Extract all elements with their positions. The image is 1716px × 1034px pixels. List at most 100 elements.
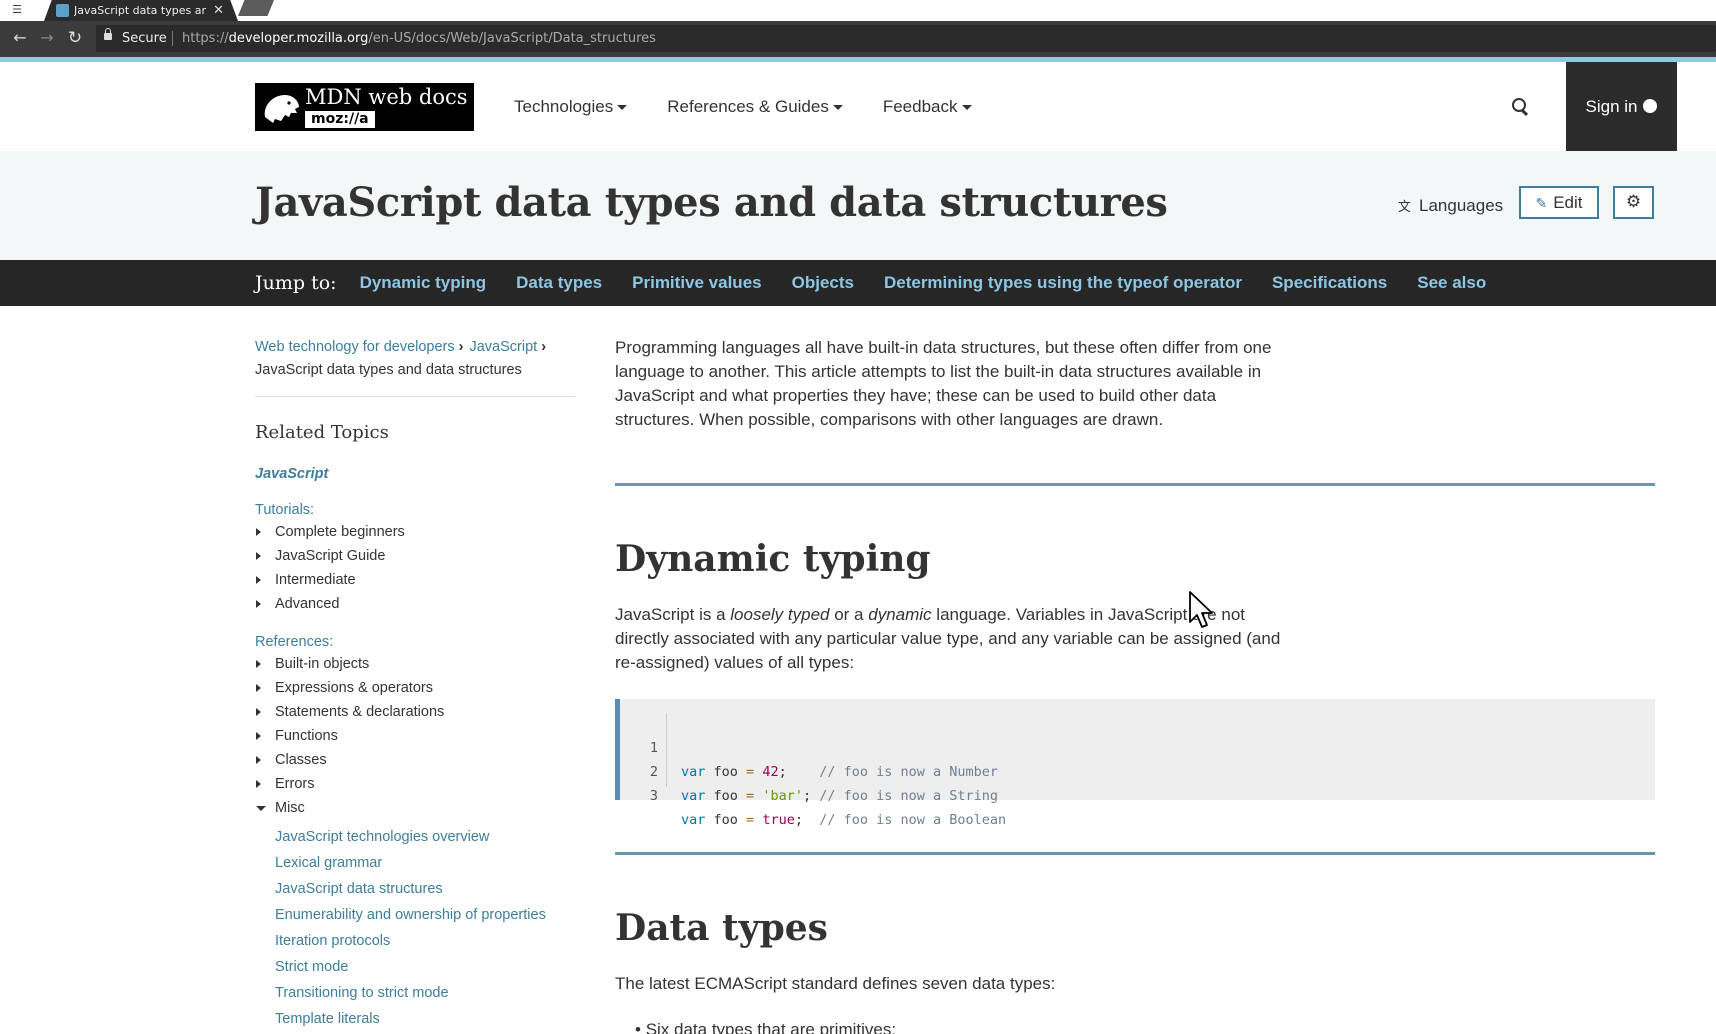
dyn-text-1: JavaScript is a bbox=[615, 605, 731, 624]
misc-item-transitioning-strict-mode[interactable]: Transitioning to strict mode bbox=[275, 980, 546, 1006]
code-operator: = bbox=[746, 764, 755, 780]
expand-triangle-icon bbox=[256, 684, 261, 692]
sidebar-item-javascript-guide[interactable]: JavaScript Guide bbox=[255, 544, 405, 568]
code-example[interactable]: 1 var foo = 42; // foo is now a Number 2… bbox=[615, 699, 1655, 828]
jump-link-data-types[interactable]: Data types bbox=[516, 273, 602, 293]
expand-triangle-icon bbox=[256, 780, 261, 788]
mdn-logo[interactable]: MDN web docs moz://a bbox=[255, 83, 474, 131]
heading-data-types: Data types bbox=[615, 907, 828, 949]
sidebar-item-expressions-operators[interactable]: Expressions & operators bbox=[255, 676, 444, 700]
section-divider bbox=[615, 852, 1655, 855]
mdn-favicon-icon bbox=[56, 4, 69, 17]
dyn-em-dynamic: dynamic bbox=[868, 605, 932, 624]
back-arrow-icon[interactable]: ← bbox=[9, 27, 31, 49]
code-keyword: var bbox=[681, 812, 706, 828]
reload-icon[interactable]: ↻ bbox=[64, 27, 86, 49]
nav-technologies-label: Technologies bbox=[514, 96, 614, 116]
sidebar-item-functions[interactable]: Functions bbox=[255, 724, 444, 748]
settings-button[interactable]: ⚙ bbox=[1613, 186, 1654, 219]
sidebar-item-label: Misc bbox=[275, 800, 305, 816]
sidebar-item-intermediate[interactable]: Intermediate bbox=[255, 568, 405, 592]
jump-link-dynamic-typing[interactable]: Dynamic typing bbox=[360, 273, 487, 293]
expand-triangle-icon bbox=[256, 732, 261, 740]
sidebar-item-statements-declarations[interactable]: Statements & declarations bbox=[255, 700, 444, 724]
nav-feedback-label: Feedback bbox=[882, 96, 958, 116]
code-value: 'bar' bbox=[762, 788, 803, 804]
expand-triangle-icon bbox=[256, 708, 261, 716]
browser-tab-bar: ☰ JavaScript data types and ✕ bbox=[0, 0, 1716, 21]
misc-item-iteration-protocols[interactable]: Iteration protocols bbox=[275, 928, 546, 954]
misc-item-strict-mode[interactable]: Strict mode bbox=[275, 954, 546, 980]
sidebar: Web technology for developers › JavaScript… bbox=[255, 306, 575, 1034]
code-line: 2 var foo = 'bar'; // foo is now a Strin… bbox=[620, 736, 998, 804]
misc-item-lexical-grammar[interactable]: Lexical grammar bbox=[275, 850, 546, 876]
code-operator: = bbox=[746, 812, 755, 828]
sidebar-item-complete-beginners[interactable]: Complete beginners bbox=[255, 520, 405, 544]
sidebar-item-errors[interactable]: Errors bbox=[255, 772, 444, 796]
code-comment: // foo is now a String bbox=[819, 788, 999, 804]
jump-link-primitive-values[interactable]: Primitive values bbox=[632, 273, 761, 293]
breadcrumb-javascript[interactable]: JavaScript bbox=[469, 339, 537, 355]
sidebar-item-built-in-objects[interactable]: Built-in objects bbox=[255, 652, 444, 676]
jump-link-see-also[interactable]: See also bbox=[1417, 273, 1486, 293]
expand-triangle-icon bbox=[256, 660, 261, 668]
tab-close-icon[interactable]: ✕ bbox=[213, 0, 224, 21]
languages-button[interactable]: 文 Languages bbox=[1398, 191, 1503, 221]
nav-references-guides[interactable]: References & Guides bbox=[667, 97, 843, 117]
url-path: /en-US/docs/Web/JavaScript/Data_structur… bbox=[368, 31, 656, 46]
misc-item-template-literals[interactable]: Template literals bbox=[275, 1006, 546, 1032]
new-tab-button[interactable] bbox=[238, 0, 274, 16]
sidebar-item-misc[interactable]: Misc bbox=[255, 796, 444, 820]
forward-arrow-icon[interactable]: → bbox=[36, 27, 58, 49]
title-band: JavaScript data types and data structure… bbox=[0, 151, 1716, 260]
code-identifier: foo bbox=[705, 788, 747, 804]
edit-button[interactable]: ✎ Edit bbox=[1519, 186, 1599, 219]
address-bar[interactable]: Secure https://developer.mozilla.org/en-… bbox=[96, 25, 1716, 52]
jump-link-typeof[interactable]: Determining types using the typeof opera… bbox=[884, 273, 1242, 293]
code-punct: ; bbox=[802, 788, 820, 804]
nav-feedback[interactable]: Feedback bbox=[883, 97, 972, 117]
url-text[interactable]: https://developer.mozilla.org/en-US/docs… bbox=[182, 25, 656, 52]
address-separator bbox=[172, 31, 173, 46]
browser-tab-active[interactable]: JavaScript data types and ✕ bbox=[44, 0, 238, 21]
dinosaur-head-icon bbox=[264, 95, 299, 123]
code-value: true bbox=[762, 812, 795, 828]
code-identifier: foo bbox=[705, 764, 747, 780]
gear-icon: ⚙ bbox=[1625, 192, 1642, 212]
jump-to-label: Jump to: bbox=[255, 272, 337, 294]
section-divider bbox=[615, 483, 1655, 486]
site-header: MDN web docs moz://a Technologies Refere… bbox=[0, 62, 1716, 151]
misc-list: JavaScript technologies overview Lexical… bbox=[275, 824, 546, 1032]
code-identifier: foo bbox=[705, 812, 747, 828]
code-keyword: var bbox=[681, 764, 706, 780]
expand-triangle-icon bbox=[256, 756, 261, 764]
search-icon[interactable] bbox=[1505, 92, 1533, 120]
dyn-text-2: or a bbox=[829, 605, 869, 624]
sign-in-button[interactable]: Sign in bbox=[1566, 62, 1677, 151]
misc-item-technologies-overview[interactable]: JavaScript technologies overview bbox=[275, 824, 546, 850]
misc-item-enumerability[interactable]: Enumerability and ownership of propertie… bbox=[275, 902, 546, 928]
sidebar-item-classes[interactable]: Classes bbox=[255, 748, 444, 772]
expand-triangle-icon bbox=[256, 552, 261, 560]
mozilla-wordmark: moz://a bbox=[305, 111, 375, 128]
breadcrumb-web-tech[interactable]: Web technology for developers bbox=[255, 339, 455, 355]
nav-technologies[interactable]: Technologies bbox=[514, 96, 628, 117]
jump-link-objects[interactable]: Objects bbox=[792, 273, 854, 293]
data-types-bullet: • Six data types that are primitives: bbox=[635, 1018, 1305, 1034]
sidebar-item-label: Errors bbox=[275, 776, 315, 792]
github-icon bbox=[1643, 99, 1658, 113]
code-text: var foo = true; // foo is now a Boolean bbox=[681, 808, 1006, 832]
misc-item-data-structures[interactable]: JavaScript data structures bbox=[275, 876, 546, 902]
caret-down-icon bbox=[617, 104, 628, 110]
breadcrumb-current: JavaScript data types and data structure… bbox=[255, 362, 522, 378]
tab-menu-icon[interactable]: ☰ bbox=[8, 3, 26, 17]
url-host: developer.mozilla.org bbox=[228, 31, 369, 46]
caret-down-icon bbox=[961, 104, 972, 110]
sidebar-item-advanced[interactable]: Advanced bbox=[255, 592, 405, 616]
expand-triangle-icon bbox=[256, 528, 261, 536]
edit-label: Edit bbox=[1553, 193, 1583, 212]
sidebar-javascript-link[interactable]: JavaScript bbox=[255, 466, 328, 482]
code-text: var foo = 'bar'; // foo is now a String bbox=[681, 784, 998, 808]
data-types-paragraph: The latest ECMAScript standard defines s… bbox=[615, 974, 1056, 993]
jump-link-specifications[interactable]: Specifications bbox=[1272, 273, 1387, 293]
